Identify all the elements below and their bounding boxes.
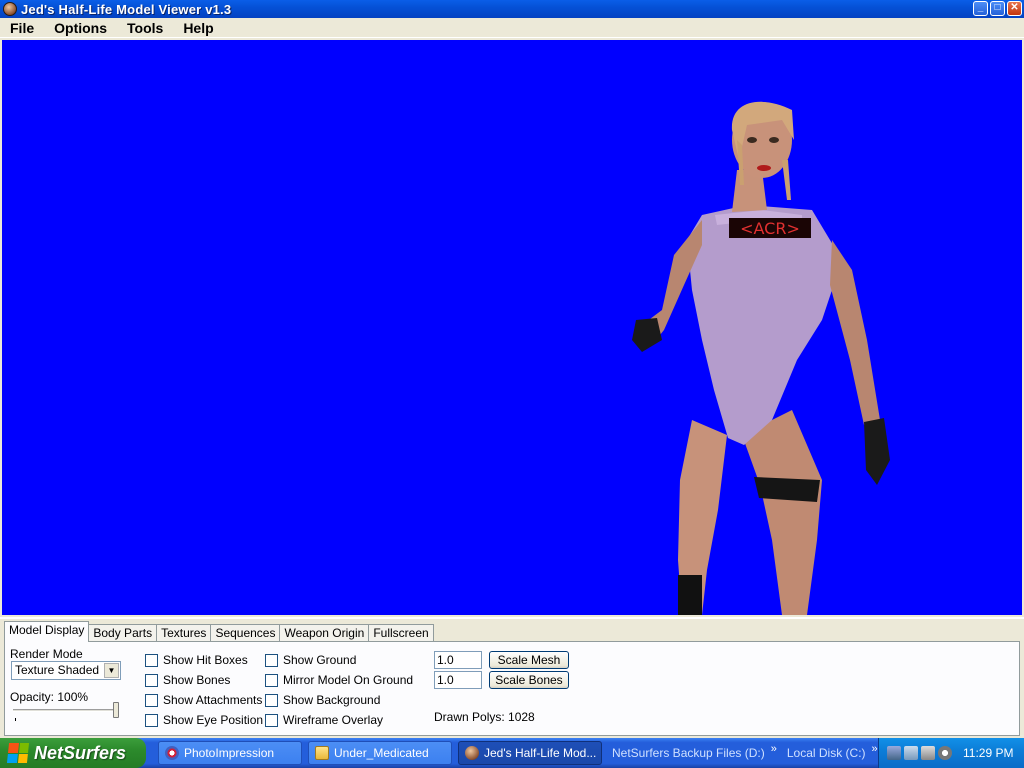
scale-bones-button[interactable]: Scale Bones bbox=[489, 671, 569, 689]
clock[interactable]: 11:29 PM bbox=[963, 746, 1013, 760]
menu-bar: File Options Tools Help bbox=[0, 18, 1024, 38]
start-button[interactable]: NetSurfers bbox=[0, 738, 146, 768]
show-eye-position-checkbox[interactable]: Show Eye Position bbox=[145, 713, 263, 727]
checkbox-label: Show Attachments bbox=[163, 693, 263, 707]
checkbox-label: Mirror Model On Ground bbox=[283, 673, 414, 687]
opacity-slider-track[interactable] bbox=[13, 709, 119, 712]
render-mode-select[interactable]: Texture Shaded ▼ bbox=[11, 661, 121, 680]
close-button[interactable]: ✕ bbox=[1007, 1, 1022, 16]
checkbox-label: Show Background bbox=[283, 693, 381, 707]
display-icon[interactable] bbox=[904, 746, 918, 760]
slider-tick bbox=[15, 718, 16, 721]
taskbar: NetSurfers PhotoImpression Under_Medicat… bbox=[0, 738, 1024, 768]
show-bones-checkbox[interactable]: Show Bones bbox=[145, 673, 230, 687]
window-controls: _ □ ✕ bbox=[973, 1, 1022, 16]
task-label: Under_Medicated bbox=[334, 746, 429, 760]
checkbox-box[interactable] bbox=[265, 653, 278, 667]
title-bar[interactable]: Jed's Half-Life Model Viewer v1.3 _ □ ✕ bbox=[0, 0, 1024, 18]
model-viewport[interactable]: <ACR> bbox=[2, 40, 1022, 615]
tab-model-display[interactable]: Model Display bbox=[4, 621, 90, 642]
opacity-slider-thumb[interactable] bbox=[113, 702, 119, 718]
opacity-label: Opacity: 100% bbox=[10, 690, 89, 704]
chevron-down-icon[interactable]: ▼ bbox=[104, 663, 119, 678]
show-hit-boxes-checkbox[interactable]: Show Hit Boxes bbox=[145, 653, 248, 667]
tab-fullscreen[interactable]: Fullscreen bbox=[368, 624, 434, 642]
drawn-polys-readout: Drawn Polys: 1028 bbox=[434, 710, 535, 724]
menu-file[interactable]: File bbox=[4, 20, 40, 36]
menu-tools[interactable]: Tools bbox=[121, 20, 169, 36]
tab-weapon-origin[interactable]: Weapon Origin bbox=[279, 624, 370, 642]
quick-launch-drive-d[interactable]: NetSurfers Backup Files (D:) » bbox=[612, 743, 777, 760]
character-model: <ACR> bbox=[632, 101, 890, 615]
chevron-right-icon[interactable]: » bbox=[771, 743, 777, 755]
acr-label: <ACR> bbox=[740, 219, 800, 238]
windows-logo-icon bbox=[6, 743, 30, 763]
task-label: Jed's Half-Life Mod... bbox=[484, 746, 597, 760]
checkbox-box[interactable] bbox=[145, 713, 158, 727]
drive-d-label: NetSurfers Backup Files (D:) bbox=[612, 746, 765, 760]
checkbox-label: Wireframe Overlay bbox=[283, 713, 384, 727]
task-label: PhotoImpression bbox=[184, 746, 275, 760]
minimize-button[interactable]: _ bbox=[973, 1, 988, 16]
drive-c-label: Local Disk (C:) bbox=[786, 746, 866, 760]
render-mode-value: Texture Shaded bbox=[15, 663, 100, 677]
wireframe-overlay-checkbox[interactable]: Wireframe Overlay bbox=[265, 713, 383, 727]
taskbar-item-photoimpression[interactable]: PhotoImpression bbox=[158, 741, 302, 765]
quick-launch-drive-c[interactable]: Local Disk (C:) » bbox=[786, 743, 878, 760]
checkbox-box[interactable] bbox=[145, 693, 158, 707]
app-icon[interactable] bbox=[3, 2, 17, 16]
control-panel: Model Display Body Parts Textures Sequen… bbox=[0, 617, 1024, 738]
system-tray: 11:29 PM bbox=[878, 738, 1024, 768]
show-ground-checkbox[interactable]: Show Ground bbox=[265, 653, 356, 667]
mirror-model-checkbox[interactable]: Mirror Model On Ground bbox=[265, 673, 413, 687]
render-mode-label: Render Mode bbox=[10, 647, 83, 661]
checkbox-box[interactable] bbox=[265, 673, 278, 687]
menu-options[interactable]: Options bbox=[48, 20, 113, 36]
checkbox-label: Show Hit Boxes bbox=[163, 653, 248, 667]
network-icon[interactable] bbox=[887, 746, 901, 760]
checkbox-box[interactable] bbox=[265, 713, 278, 727]
show-attachments-checkbox[interactable]: Show Attachments bbox=[145, 693, 262, 707]
scale-mesh-button[interactable]: Scale Mesh bbox=[489, 651, 569, 669]
window-title: Jed's Half-Life Model Viewer v1.3 bbox=[21, 1, 232, 17]
model-display-page: Render Mode Texture Shaded ▼ Opacity: 10… bbox=[4, 641, 1020, 736]
checkbox-label: Show Eye Position bbox=[163, 713, 264, 727]
tab-strip: Model Display Body Parts Textures Sequen… bbox=[4, 621, 434, 642]
checkbox-label: Show Ground bbox=[283, 653, 357, 667]
taskbar-item-halflife-viewer[interactable]: Jed's Half-Life Mod... bbox=[458, 741, 602, 765]
show-background-checkbox[interactable]: Show Background bbox=[265, 693, 380, 707]
checkbox-box[interactable] bbox=[145, 673, 158, 687]
folder-icon bbox=[315, 746, 329, 760]
photo-icon bbox=[165, 746, 179, 760]
menu-help[interactable]: Help bbox=[177, 20, 219, 36]
tab-body-parts[interactable]: Body Parts bbox=[88, 624, 158, 642]
checkbox-box[interactable] bbox=[265, 693, 278, 707]
scale-bones-input[interactable]: 1.0 bbox=[434, 671, 482, 689]
tab-textures[interactable]: Textures bbox=[156, 624, 212, 642]
chevron-right-icon[interactable]: » bbox=[872, 743, 878, 755]
start-label: NetSurfers bbox=[34, 742, 127, 763]
checkbox-label: Show Bones bbox=[163, 673, 231, 687]
tab-sequences[interactable]: Sequences bbox=[210, 624, 281, 642]
taskbar-item-under-medicated[interactable]: Under_Medicated bbox=[308, 741, 452, 765]
maximize-button[interactable]: □ bbox=[990, 1, 1005, 16]
checkbox-box[interactable] bbox=[145, 653, 158, 667]
scale-mesh-input[interactable]: 1.0 bbox=[434, 651, 482, 669]
computer-icon[interactable] bbox=[921, 746, 935, 760]
halflife-icon bbox=[465, 746, 479, 760]
volume-icon[interactable] bbox=[938, 746, 952, 760]
